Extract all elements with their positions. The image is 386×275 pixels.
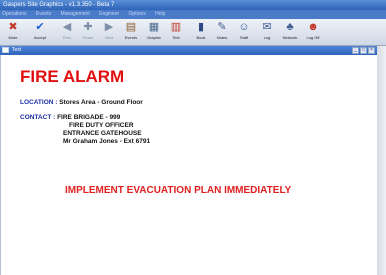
accept-button[interactable]: ✔ Accept <box>31 21 49 45</box>
toolbar: ✖ Mute ✔ Accept ◀ Prev ✚ Reset ▶ Next ▤ Events… <box>0 19 386 46</box>
mute-button[interactable]: ✖ Mute <box>4 21 22 45</box>
log-icon: ✉ <box>262 21 272 33</box>
accept-icon: ✔ <box>35 21 45 33</box>
graphic-icon: ▦ <box>148 21 160 33</box>
contact-line-3: ENTRANCE GATEHOUSE <box>63 130 142 137</box>
reset-icon: ✚ <box>83 21 93 33</box>
next-button[interactable]: ▶ Next <box>100 21 118 45</box>
reset-button[interactable]: ✚ Reset <box>79 21 97 45</box>
book-button[interactable]: ▮ Book <box>192 21 210 45</box>
menu-management[interactable]: Management <box>61 11 90 17</box>
contact-line-2: FIRE DUTY OFFICER <box>69 122 134 129</box>
panel-title: Text <box>12 47 22 53</box>
notes-button[interactable]: ✎ Notes <box>213 21 231 45</box>
contact-row: CONTACT : FIRE BRIGADE - 999 <box>20 114 120 121</box>
text-icon: ▥ <box>170 21 182 33</box>
window-title: Gaspers Site Graphics - v1.3.350 - Beta … <box>0 0 386 10</box>
events-button[interactable]: ▤ Events <box>122 21 140 45</box>
menu-engineer[interactable]: Engineer <box>99 11 119 17</box>
staff-button[interactable]: ☺ Staff <box>235 21 253 45</box>
background-shadow <box>377 46 386 275</box>
menu-events[interactable]: Events <box>36 11 51 17</box>
menu-help[interactable]: Help <box>155 11 165 17</box>
restore-icon[interactable]: □ <box>360 47 367 54</box>
menu-bar: Operations Events Management Engineer Op… <box>0 10 386 19</box>
contact-line-4: Mr Graham Jones - Ext 6791 <box>63 138 151 145</box>
arrow-left-icon: ◀ <box>62 21 72 33</box>
panel-title-bar: Text _ □ × <box>0 46 377 55</box>
contact-label: CONTACT : <box>20 114 56 121</box>
events-icon: ▤ <box>125 21 137 33</box>
arrow-right-icon: ▶ <box>104 21 114 33</box>
text-panel: FIRE ALARM LOCATION : Stores Area - Grou… <box>0 55 377 275</box>
mute-icon: ✖ <box>8 21 18 33</box>
staff-icon: ☺ <box>238 21 250 33</box>
log-button[interactable]: ✉ Log <box>258 21 276 45</box>
network-button[interactable]: ♣ Network <box>281 21 299 45</box>
document-icon <box>2 47 9 53</box>
network-icon: ♣ <box>286 21 294 33</box>
text-button[interactable]: ▥ Text <box>167 21 185 45</box>
alarm-heading: FIRE ALARM <box>20 67 125 86</box>
log-off-icon: ☻ <box>307 21 319 33</box>
location-label: LOCATION : <box>20 99 58 106</box>
graphic-button[interactable]: ▦ Graphic <box>145 21 163 45</box>
prev-button[interactable]: ◀ Prev <box>58 21 76 45</box>
close-icon[interactable]: × <box>368 47 375 54</box>
location-row: LOCATION : Stores Area - Ground Floor <box>20 99 143 106</box>
location-value: Stores Area - Ground Floor <box>59 99 143 106</box>
evacuation-instruction: IMPLEMENT EVACUATION PLAN IMMEDIATELY <box>65 185 292 196</box>
contact-line-1: FIRE BRIGADE - 999 <box>57 114 121 121</box>
log-off-button[interactable]: ☻ Log Off <box>304 21 322 45</box>
menu-operations[interactable]: Operations <box>2 11 26 17</box>
notes-icon: ✎ <box>217 21 227 33</box>
minimize-icon[interactable]: _ <box>352 47 359 54</box>
menu-options[interactable]: Options <box>129 11 146 17</box>
book-icon: ▮ <box>197 21 205 33</box>
